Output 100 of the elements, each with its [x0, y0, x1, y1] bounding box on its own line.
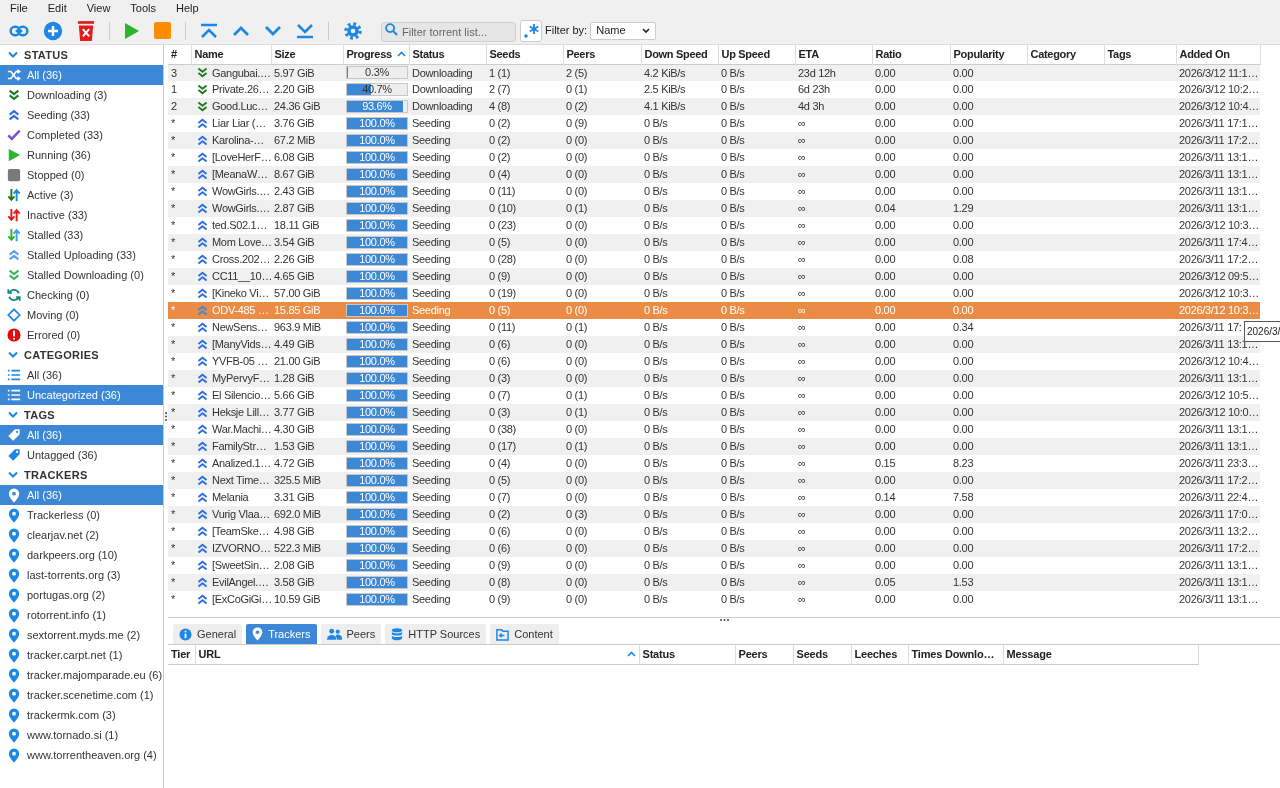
sidebar-item[interactable]: www.tornado.si (1): [0, 725, 163, 745]
column-header[interactable]: Peers: [735, 645, 793, 664]
column-header[interactable]: Seeds: [486, 45, 563, 64]
torrent-row[interactable]: * Mom Love… 3.54 GiB 100.0% Seeding 0 (5) 0 (0) 0 B/s 0 B/s ∞ 0.00 0.00 2026/3/11 17:4…: [168, 234, 1260, 251]
torrent-row[interactable]: * ODV-485 … 15.85 GiB 100.0% Seeding 0 (5) 0 (0) 0 B/s 0 B/s ∞ 0.00 0.00 2026/3/12 10:3…: [168, 302, 1260, 319]
torrent-row[interactable]: * [TeamSke… 4.98 GiB 100.0% Seeding 0 (6) 0 (0) 0 B/s 0 B/s ∞ 0.00 0.00 2026/3/11 13:2…: [168, 523, 1260, 540]
sidebar-item[interactable]: tracker.scenetime.com (1): [0, 685, 163, 705]
torrent-row[interactable]: * WowGirls.… 2.87 GiB 100.0% Seeding 0 (10) 0 (1) 0 B/s 0 B/s ∞ 0.04 1.29 2026/3/11 13:1…: [168, 200, 1260, 217]
sidebar-item[interactable]: last-torrents.org (3): [0, 565, 163, 585]
sidebar-item[interactable]: tracker.majomparade.eu (6): [0, 665, 163, 685]
torrent-row[interactable]: * [LoveHerF… 6.08 GiB 100.0% Seeding 0 (2) 0 (0) 0 B/s 0 B/s ∞ 0.00 0.00 2026/3/11 13:1…: [168, 149, 1260, 166]
column-header[interactable]: Progress: [343, 45, 409, 64]
sidebar-item[interactable]: Seeding (33): [0, 105, 163, 125]
torrent-row[interactable]: * War.Machi… 4.30 GiB 100.0% Seeding 0 (38) 0 (0) 0 B/s 0 B/s ∞ 0.00 0.00 2026/3/11 13:1…: [168, 421, 1260, 438]
sidebar-item[interactable]: Checking (0): [0, 285, 163, 305]
column-header[interactable]: #: [168, 45, 191, 64]
sidebar-item[interactable]: All (36): [0, 425, 163, 445]
sidebar-item[interactable]: www.torrentheaven.org (4): [0, 745, 163, 765]
column-header[interactable]: Size: [271, 45, 343, 64]
section-header[interactable]: CATEGORIES: [0, 345, 163, 365]
sidebar-item[interactable]: Stalled Uploading (33): [0, 245, 163, 265]
sidebar-item[interactable]: Downloading (3): [0, 85, 163, 105]
move-top-icon[interactable]: [200, 22, 218, 39]
menu-item[interactable]: View: [86, 0, 111, 17]
sidebar-item[interactable]: Untagged (36): [0, 445, 163, 465]
sidebar-item[interactable]: Stalled Downloading (0): [0, 265, 163, 285]
section-header[interactable]: TRACKERS: [0, 465, 163, 485]
menu-item[interactable]: Tools: [130, 0, 157, 17]
torrent-row[interactable]: * El Silencio… 5.66 GiB 100.0% Seeding 0 (7) 0 (1) 0 B/s 0 B/s ∞ 0.00 0.00 2026/3/12 10:5…: [168, 387, 1260, 404]
torrent-row[interactable]: * Analized.1… 4.72 GiB 100.0% Seeding 0 (4) 0 (0) 0 B/s 0 B/s ∞ 0.15 8.23 2026/3/11 23:3…: [168, 455, 1260, 472]
column-header[interactable]: Status: [409, 45, 486, 64]
torrent-row[interactable]: * ted.S02.1… 18.11 GiB 100.0% Seeding 0 (23) 0 (0) 0 B/s 0 B/s ∞ 0.00 0.00 2026/3/12 10:3…: [168, 217, 1260, 234]
column-header[interactable]: Added On: [1176, 45, 1260, 64]
sidebar-item[interactable]: Stopped (0): [0, 165, 163, 185]
sidebar-item[interactable]: clearjav.net (2): [0, 525, 163, 545]
column-header[interactable]: Ratio: [872, 45, 950, 64]
torrent-row[interactable]: * Liar Liar (… 3.76 GiB 100.0% Seeding 0 (2) 0 (9) 0 B/s 0 B/s ∞ 0.00 0.00 2026/3/11 17:1…: [168, 115, 1260, 132]
sidebar-item[interactable]: trackermk.com (3): [0, 705, 163, 725]
regex-button[interactable]: [520, 19, 542, 42]
sidebar-item[interactable]: All (36): [0, 65, 163, 85]
detail-tab[interactable]: HTTP Sources: [385, 624, 487, 644]
column-header[interactable]: Up Speed: [718, 45, 795, 64]
column-header[interactable]: Category: [1027, 45, 1104, 64]
sidebar-item[interactable]: sextorrent.myds.me (2): [0, 625, 163, 645]
play-icon[interactable]: [124, 21, 140, 40]
sidebar-item[interactable]: Inactive (33): [0, 205, 163, 225]
column-header[interactable]: Peers: [563, 45, 641, 64]
column-header[interactable]: Leeches: [851, 645, 908, 664]
sidebar-item[interactable]: tracker.carpt.net (1): [0, 645, 163, 665]
torrent-row[interactable]: * YVFB-05 … 21.00 GiB 100.0% Seeding 0 (6) 0 (0) 0 B/s 0 B/s ∞ 0.00 0.00 2026/3/12 10:4…: [168, 353, 1260, 370]
column-header[interactable]: Down Speed: [641, 45, 718, 64]
torrent-row[interactable]: * Vurig Vlaa… 692.0 MiB 100.0% Seeding 0 (2) 0 (3) 0 B/s 0 B/s ∞ 0.00 0.00 2026/3/11 17:0…: [168, 506, 1260, 523]
torrent-row[interactable]: * Melania 3.31 GiB 100.0% Seeding 0 (7) 0 (0) 0 B/s 0 B/s ∞ 0.14 7.58 2026/3/11 22:4…: [168, 489, 1260, 506]
column-header[interactable]: Seeds: [793, 645, 851, 664]
torrent-row[interactable]: * Next Time… 325.5 MiB 100.0% Seeding 0 (5) 0 (0) 0 B/s 0 B/s ∞ 0.00 0.00 2026/3/11 17:2…: [168, 472, 1260, 489]
detail-tab[interactable]: General: [173, 624, 243, 644]
filter-select[interactable]: Name: [590, 21, 657, 40]
torrent-row[interactable]: * IZVORNO… 522.3 MiB 100.0% Seeding 0 (6) 0 (0) 0 B/s 0 B/s ∞ 0.00 0.00 2026/3/11 17:2…: [168, 540, 1260, 557]
torrent-row[interactable]: * MyPervyF… 1.28 GiB 100.0% Seeding 0 (3) 0 (0) 0 B/s 0 B/s ∞ 0.00 0.00 2026/3/11 13:1…: [168, 370, 1260, 387]
search-field[interactable]: Filter torrent list...: [381, 21, 516, 42]
move-bottom-icon[interactable]: [296, 22, 314, 39]
sidebar-item[interactable]: All (36): [0, 365, 163, 385]
torrent-row[interactable]: * [ManyVids… 4.49 GiB 100.0% Seeding 0 (6) 0 (0) 0 B/s 0 B/s ∞ 0.00 0.00 2026/3/11 13:1…: [168, 336, 1260, 353]
torrent-row[interactable]: * Heksje Lill… 3.77 GiB 100.0% Seeding 0 (3) 0 (1) 0 B/s 0 B/s ∞ 0.00 0.00 2026/3/12 10:0…: [168, 404, 1260, 421]
column-header[interactable]: Times Downlo…: [908, 645, 1003, 664]
sidebar-item[interactable]: Uncategorized (36): [0, 385, 163, 405]
column-header[interactable]: Status: [639, 645, 735, 664]
torrent-row[interactable]: * CC11__10… 4.65 GiB 100.0% Seeding 0 (9) 0 (0) 0 B/s 0 B/s ∞ 0.00 0.00 2026/3/12 09:5…: [168, 268, 1260, 285]
sidebar-item[interactable]: Completed (33): [0, 125, 163, 145]
column-header[interactable]: Name: [191, 45, 271, 64]
column-header[interactable]: Tier: [168, 645, 195, 664]
sidebar-item[interactable]: Running (36): [0, 145, 163, 165]
sidebar-item[interactable]: Trackerless (0): [0, 505, 163, 525]
torrent-row[interactable]: * EvilAngel.… 3.58 GiB 100.0% Seeding 0 (8) 0 (0) 0 B/s 0 B/s ∞ 0.05 1.53 2026/3/11 13:1…: [168, 574, 1260, 591]
torrent-row[interactable]: * [Kineko Vi… 57.00 GiB 100.0% Seeding 0 (19) 0 (0) 0 B/s 0 B/s ∞ 0.00 0.00 2026/3/12 10:3…: [168, 285, 1260, 302]
section-header[interactable]: TAGS: [0, 405, 163, 425]
detail-tab[interactable]: Peers: [320, 624, 382, 644]
torrent-row[interactable]: * WowGirls.… 2.43 GiB 100.0% Seeding 0 (11) 0 (0) 0 B/s 0 B/s ∞ 0.00 0.00 2026/3/11 13:1…: [168, 183, 1260, 200]
torrent-row[interactable]: * [MeanaW… 8.67 GiB 100.0% Seeding 0 (4) 0 (0) 0 B/s 0 B/s ∞ 0.00 0.00 2026/3/11 13:1…: [168, 166, 1260, 183]
add-icon[interactable]: [43, 20, 63, 41]
sidebar-item[interactable]: Errored (0): [0, 325, 163, 345]
menu-item[interactable]: Help: [176, 0, 199, 17]
sidebar-item[interactable]: Moving (0): [0, 305, 163, 325]
sidebar-item[interactable]: Active (3): [0, 185, 163, 205]
sidebar-item[interactable]: Stalled (33): [0, 225, 163, 245]
settings-icon[interactable]: [343, 20, 363, 41]
sidebar-item[interactable]: darkpeers.org (10): [0, 545, 163, 565]
column-header[interactable]: Message: [1003, 645, 1198, 664]
column-header[interactable]: Popularity: [950, 45, 1027, 64]
detail-tab[interactable]: Trackers: [246, 624, 317, 644]
column-header[interactable]: ETA: [795, 45, 872, 64]
menu-item[interactable]: Edit: [47, 0, 67, 17]
chevron-down-icon[interactable]: [264, 24, 282, 37]
chevron-up-icon[interactable]: [232, 24, 250, 37]
sidebar-item[interactable]: portugas.org (2): [0, 585, 163, 605]
torrent-row[interactable]: * [SweetSin… 2.08 GiB 100.0% Seeding 0 (9) 0 (0) 0 B/s 0 B/s ∞ 0.00 0.00 2026/3/11 13:1…: [168, 557, 1260, 574]
section-header[interactable]: STATUS: [0, 45, 163, 65]
torrent-row[interactable]: * FamilyStr… 1.53 GiB 100.0% Seeding 0 (17) 0 (1) 0 B/s 0 B/s ∞ 0.00 0.00 2026/3/11 13:1…: [168, 438, 1260, 455]
splitter-handle-icon[interactable]: [165, 412, 167, 421]
column-header[interactable]: URL: [195, 645, 639, 664]
